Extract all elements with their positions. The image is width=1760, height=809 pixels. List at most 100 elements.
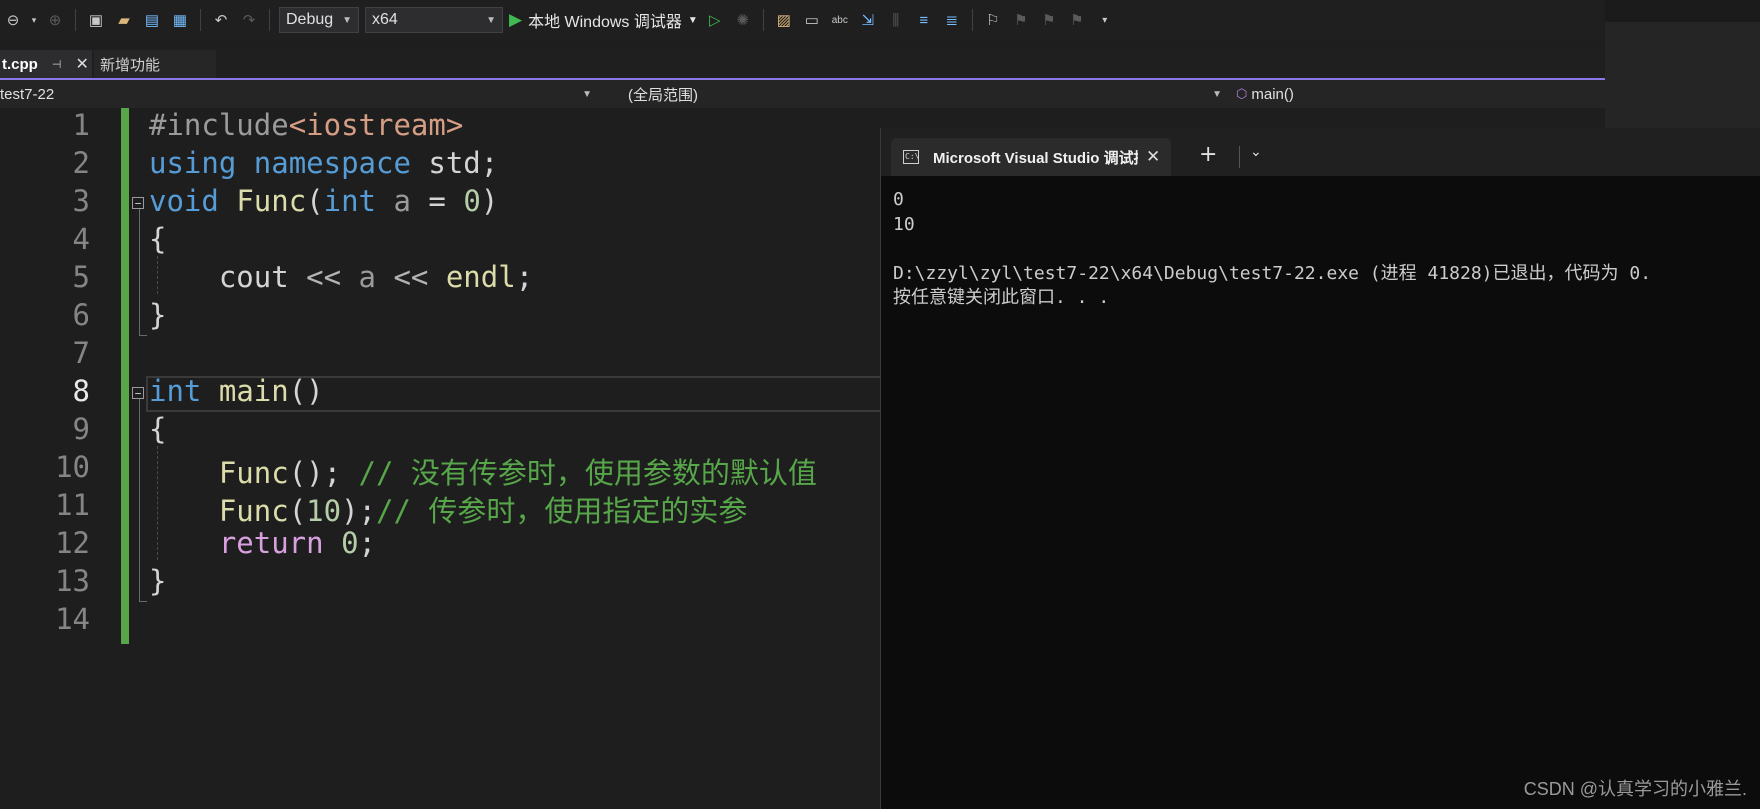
function-token: main	[218, 374, 289, 408]
line-number: 4	[72, 222, 90, 256]
side-panel-header	[1605, 0, 1760, 22]
comment-token: // 没有传参时，使用参数的默认值	[358, 456, 817, 490]
layout-icon[interactable]: ▭	[801, 9, 823, 31]
fold-end	[139, 601, 147, 602]
fold-end	[139, 335, 147, 336]
console-tab[interactable]: C:\ Microsoft Visual Studio 调试控制台 ✕	[891, 138, 1171, 176]
document-tab-strip: t.cpp ⊣ ✕ 新增功能	[0, 50, 1605, 80]
console-title-bar: C:\ Microsoft Visual Studio 调试控制台 ✕ + ⌄	[881, 128, 1760, 176]
scope-name: (全局范围)	[628, 86, 698, 104]
code-line: {	[149, 412, 166, 446]
dropdown-caret-icon[interactable]: ▾	[30, 9, 38, 31]
platform-value: x64	[372, 11, 398, 28]
line-number: 13	[55, 564, 90, 598]
chevron-down-icon[interactable]: ⌄	[1250, 144, 1262, 160]
start-debugging-button[interactable]: ▶ 本地 Windows 调试器 ▼	[509, 8, 698, 32]
output-line: 10	[893, 213, 915, 235]
chevron-down-icon: ▼	[1212, 88, 1222, 100]
project-dropdown[interactable]: test7-22 ▼	[0, 80, 600, 108]
line-number: 11	[55, 488, 90, 522]
punct-token: ()	[288, 374, 324, 408]
keyword-token: using	[149, 146, 237, 180]
uncomment-icon[interactable]: ≣	[941, 9, 963, 31]
punct-token: ();	[288, 456, 359, 490]
back-icon[interactable]: ⊖	[2, 9, 24, 31]
number-token: 10	[306, 494, 342, 528]
scope-dropdown[interactable]: (全局范围) ▼	[602, 80, 1230, 108]
run-without-debug-icon[interactable]: ▷	[704, 9, 726, 31]
function-token: Func	[236, 184, 307, 218]
code-line: using namespace std;	[149, 146, 498, 180]
debug-console-window[interactable]: C:\ Microsoft Visual Studio 调试控制台 ✕ + ⌄ …	[880, 128, 1760, 809]
hot-reload-icon[interactable]: ✺	[732, 9, 754, 31]
preprocessor-token: #include	[149, 108, 289, 142]
chevron-down-icon: ▼	[486, 14, 496, 26]
chevron-down-icon[interactable]: ▼	[688, 15, 698, 26]
terminal-icon: C:\	[903, 150, 919, 164]
chevron-down-icon: ▼	[342, 14, 352, 26]
tab-whats-new[interactable]: 新增功能	[94, 50, 216, 78]
code-line: }	[149, 564, 166, 598]
line-number: 9	[72, 412, 90, 446]
toolbar-divider	[971, 9, 973, 31]
next-bookmark-icon[interactable]: ⚑	[1038, 9, 1060, 31]
step-icon[interactable]: ⇲	[857, 9, 879, 31]
solution-explorer-icon[interactable]: ▨	[773, 9, 795, 31]
undo-icon[interactable]: ↶	[210, 9, 232, 31]
operator-token: <<	[288, 260, 359, 294]
operator-token: =	[410, 184, 464, 218]
pin-icon[interactable]: ⊣	[52, 58, 62, 71]
configuration-select[interactable]: Debug ▼	[279, 7, 359, 33]
keyword-token: int	[149, 374, 202, 408]
run-label: 本地 Windows 调试器	[528, 14, 682, 31]
breakpoints-icon[interactable]: ⫼	[885, 9, 907, 31]
fold-line	[139, 399, 140, 601]
save-all-icon[interactable]: ▦	[169, 9, 191, 31]
line-number: 1	[72, 108, 90, 142]
fold-line	[139, 209, 140, 335]
member-dropdown[interactable]: ⬡ main()	[1232, 80, 1605, 108]
forward-icon[interactable]: ⊕	[44, 9, 66, 31]
collapse-icon[interactable]: −	[132, 197, 144, 209]
code-line: void Func(int a = 0)	[149, 184, 498, 218]
line-number: 2	[72, 146, 90, 180]
save-icon[interactable]: ▤	[141, 9, 163, 31]
open-folder-icon[interactable]: ▰	[113, 9, 135, 31]
configuration-value: Debug	[286, 11, 334, 28]
code-line: Func(10);// 传参时，使用指定的实参	[149, 488, 748, 530]
control-keyword-token: return	[218, 526, 324, 560]
tab-source-file[interactable]: t.cpp ⊣ ✕	[0, 50, 92, 78]
punct-token: );	[341, 494, 376, 528]
code-line: }	[149, 298, 166, 332]
platform-select[interactable]: x64 ▼	[365, 7, 503, 33]
spell-check-icon[interactable]: abc	[829, 9, 851, 31]
function-token: endl	[445, 260, 516, 294]
redo-icon[interactable]: ↷	[238, 9, 260, 31]
output-line: D:\zzyl\zyl\test7-22\x64\Debug\test7-22.…	[893, 262, 1652, 284]
punct-token: (	[288, 494, 307, 528]
new-tab-icon[interactable]: +	[1199, 142, 1217, 167]
navigation-bar: test7-22 ▼ (全局范围) ▼ ⬡ main()	[0, 80, 1605, 109]
operator-token: <<	[376, 260, 446, 294]
line-number: 6	[72, 298, 90, 332]
member-name: main()	[1251, 85, 1294, 103]
bookmark-icon[interactable]: ⚐	[982, 9, 1004, 31]
keyword-token: void	[149, 184, 219, 218]
collapse-icon[interactable]: −	[132, 387, 144, 399]
line-number: 10	[55, 450, 90, 484]
comment-icon[interactable]: ≡	[913, 9, 935, 31]
comment-token: // 传参时，使用指定的实参	[376, 494, 748, 528]
current-line-number: 8	[72, 374, 90, 408]
brace-token: }	[149, 298, 167, 332]
output-line: 0	[893, 189, 904, 210]
close-icon[interactable]: ✕	[75, 54, 88, 74]
punct-token: (	[306, 184, 324, 218]
toolbar-overflow-icon[interactable]: ▾	[1094, 9, 1116, 31]
tab-label: 新增功能	[100, 56, 161, 74]
prev-bookmark-icon[interactable]: ⚑	[1010, 9, 1032, 31]
number-token: 0	[463, 184, 481, 218]
clear-bookmarks-icon[interactable]: ⚑	[1066, 9, 1088, 31]
new-project-icon[interactable]: ▣	[85, 9, 107, 31]
close-icon[interactable]: ✕	[1146, 147, 1160, 167]
